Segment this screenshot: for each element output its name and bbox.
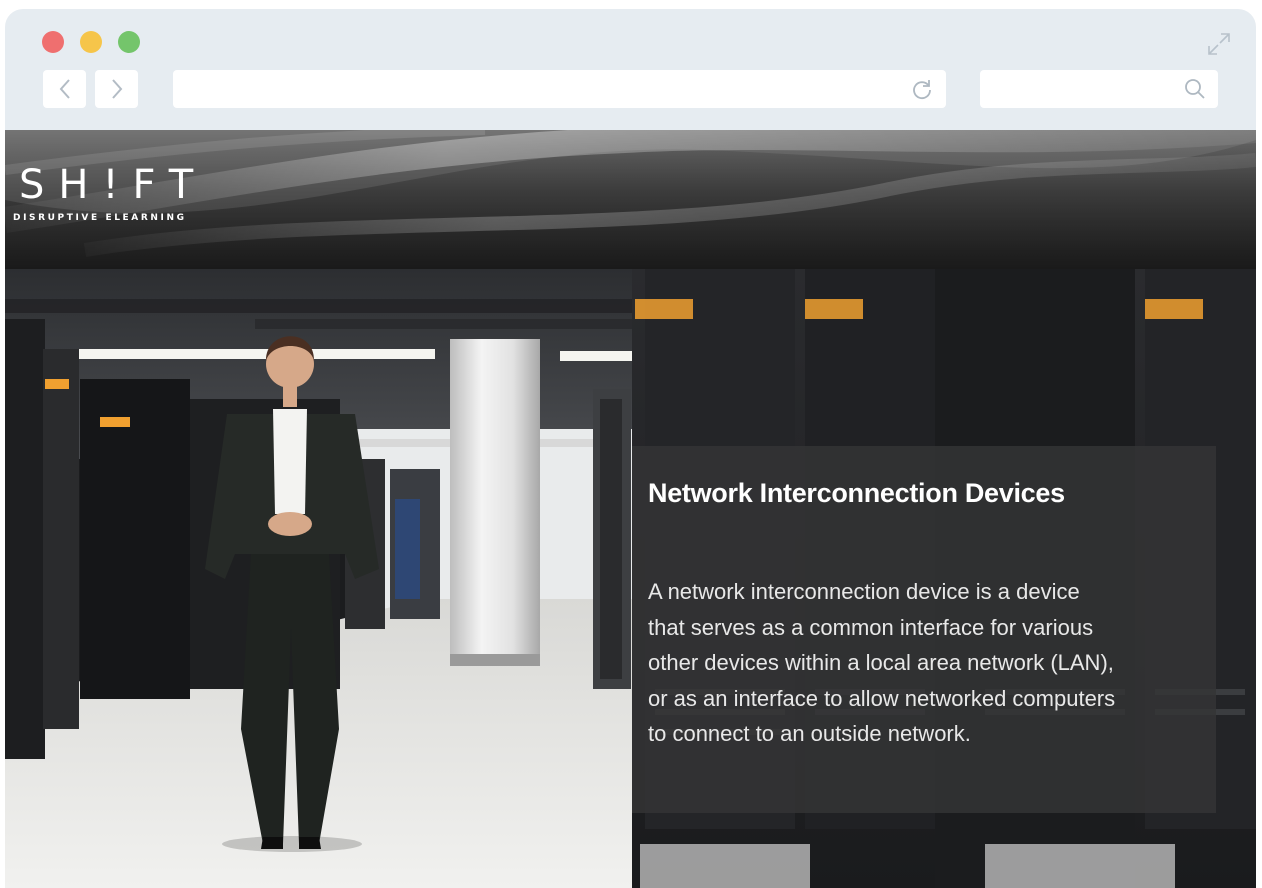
search-input[interactable]: [980, 70, 1218, 108]
forward-button[interactable]: [95, 70, 138, 108]
expand-icon[interactable]: [1204, 29, 1234, 59]
reload-icon[interactable]: [910, 77, 934, 101]
address-bar[interactable]: [173, 70, 946, 108]
search-icon[interactable]: [1184, 78, 1206, 100]
close-window-button[interactable]: [42, 31, 64, 53]
body-line: A network interconnection device is a de…: [648, 579, 1080, 604]
logo-tagline: DISRUPTIVE ELEARNING: [13, 213, 187, 223]
browser-window: SH!FT DISRUPTIVE ELEARNING Network Inter…: [5, 9, 1256, 888]
info-panel: Network Interconnection Devices A networ…: [632, 446, 1216, 813]
minimize-window-button[interactable]: [80, 31, 102, 53]
body-line: other devices within a local area networ…: [648, 650, 1114, 675]
body-line: to connect to an outside network.: [648, 721, 971, 746]
chevron-right-icon: [111, 79, 122, 99]
back-button[interactable]: [43, 70, 86, 108]
maximize-window-button[interactable]: [118, 31, 140, 53]
body-line: or as an interface to allow networked co…: [648, 685, 1116, 711]
slide-body-text: A network interconnection device is a de…: [648, 574, 1208, 752]
chevron-left-icon: [59, 79, 70, 99]
header-banner: SH!FT DISRUPTIVE ELEARNING: [5, 130, 1256, 269]
elearning-page: SH!FT DISRUPTIVE ELEARNING Network Inter…: [5, 130, 1256, 888]
slide-title: Network Interconnection Devices: [648, 478, 1065, 508]
datacenter-scene: Network Interconnection Devices A networ…: [5, 269, 1256, 888]
shift-logo[interactable]: SH!FT: [19, 162, 207, 208]
body-line: that serves as a common interface for va…: [648, 614, 1094, 640]
